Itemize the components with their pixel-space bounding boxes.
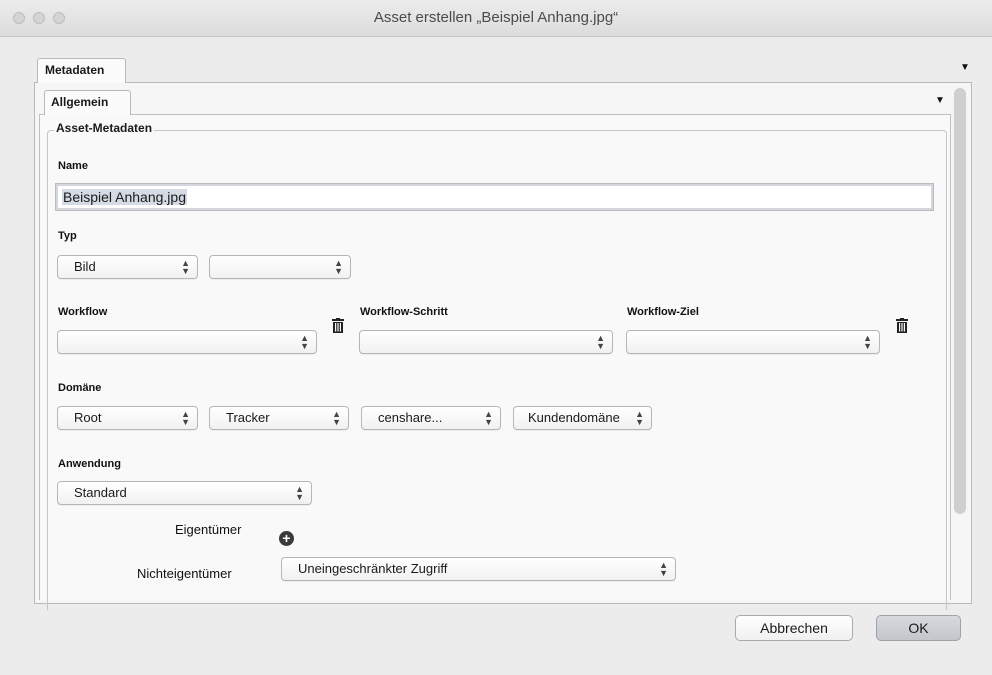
updown-chevron-icon: ▲ ▼	[659, 560, 668, 578]
subtype-select[interactable]: ▲ ▼	[209, 255, 351, 279]
tab-allgemein[interactable]: Allgemein	[44, 90, 131, 115]
name-input-value: Beispiel Anhang.jpg	[62, 189, 187, 205]
domain-select-value: Root	[74, 410, 102, 425]
typ-select-value: Bild	[74, 259, 96, 274]
owner-label: Eigentümer	[175, 522, 242, 537]
domain-select-value: censhare...	[378, 410, 443, 425]
section-legend: Asset-Metadaten	[54, 121, 155, 135]
window-title: Asset erstellen „Beispiel Anhang.jpg“	[373, 9, 619, 26]
application-select-value: Standard	[74, 485, 127, 500]
updown-chevron-icon: ▲ ▼	[863, 333, 872, 351]
workflow-label: Workflow	[58, 306, 108, 318]
workflow-target-label: Workflow-Ziel	[627, 306, 699, 318]
domain-select-root[interactable]: Root ▲ ▼	[57, 406, 198, 430]
plus-icon[interactable]: +	[279, 531, 294, 546]
tab-metadaten[interactable]: Metadaten	[37, 58, 126, 83]
chevron-down-icon[interactable]: ▼	[935, 95, 945, 106]
updown-chevron-icon: ▲ ▼	[181, 258, 190, 276]
application-select[interactable]: Standard ▲ ▼	[57, 481, 312, 505]
workflow-step-select[interactable]: ▲ ▼	[359, 330, 613, 354]
domain-select-value: Kundendomäne	[528, 410, 620, 425]
title-bar: Asset erstellen „Beispiel Anhang.jpg“	[0, 0, 992, 37]
domain-select-kundendomaene[interactable]: Kundendomäne ▲ ▼	[513, 406, 652, 430]
application-label: Anwendung	[58, 458, 121, 470]
trash-icon[interactable]	[332, 318, 344, 333]
updown-chevron-icon: ▲ ▼	[596, 333, 605, 351]
domain-label: Domäne	[58, 382, 102, 394]
name-label: Name	[58, 160, 88, 172]
domain-select-value: Tracker	[226, 410, 270, 425]
typ-label: Typ	[58, 230, 77, 242]
non-owner-select-value: Uneingeschränkter Zugriff	[298, 561, 448, 576]
domain-select-tracker[interactable]: Tracker ▲ ▼	[209, 406, 349, 430]
updown-chevron-icon: ▲ ▼	[295, 484, 304, 502]
name-input[interactable]: Beispiel Anhang.jpg	[55, 183, 934, 211]
typ-select[interactable]: Bild ▲ ▼	[57, 255, 198, 279]
cancel-button[interactable]: Abbrechen	[735, 615, 853, 641]
updown-chevron-icon: ▲ ▼	[181, 409, 190, 427]
ok-button[interactable]: OK	[876, 615, 961, 641]
workflow-select[interactable]: ▲ ▼	[57, 330, 317, 354]
vertical-scrollbar[interactable]	[954, 88, 966, 514]
updown-chevron-icon: ▲ ▼	[635, 409, 644, 427]
chevron-down-icon[interactable]: ▼	[960, 62, 970, 73]
updown-chevron-icon: ▲ ▼	[300, 333, 309, 351]
trash-icon[interactable]	[896, 318, 908, 333]
workflow-step-label: Workflow-Schritt	[360, 306, 448, 318]
domain-select-censhare[interactable]: censhare... ▲ ▼	[361, 406, 501, 430]
updown-chevron-icon: ▲ ▼	[332, 409, 341, 427]
updown-chevron-icon: ▲ ▼	[334, 258, 343, 276]
updown-chevron-icon: ▲ ▼	[484, 409, 493, 427]
workflow-target-select[interactable]: ▲ ▼	[626, 330, 880, 354]
non-owner-label: Nichteigentümer	[137, 566, 232, 581]
non-owner-select[interactable]: Uneingeschränkter Zugriff ▲ ▼	[281, 557, 676, 581]
